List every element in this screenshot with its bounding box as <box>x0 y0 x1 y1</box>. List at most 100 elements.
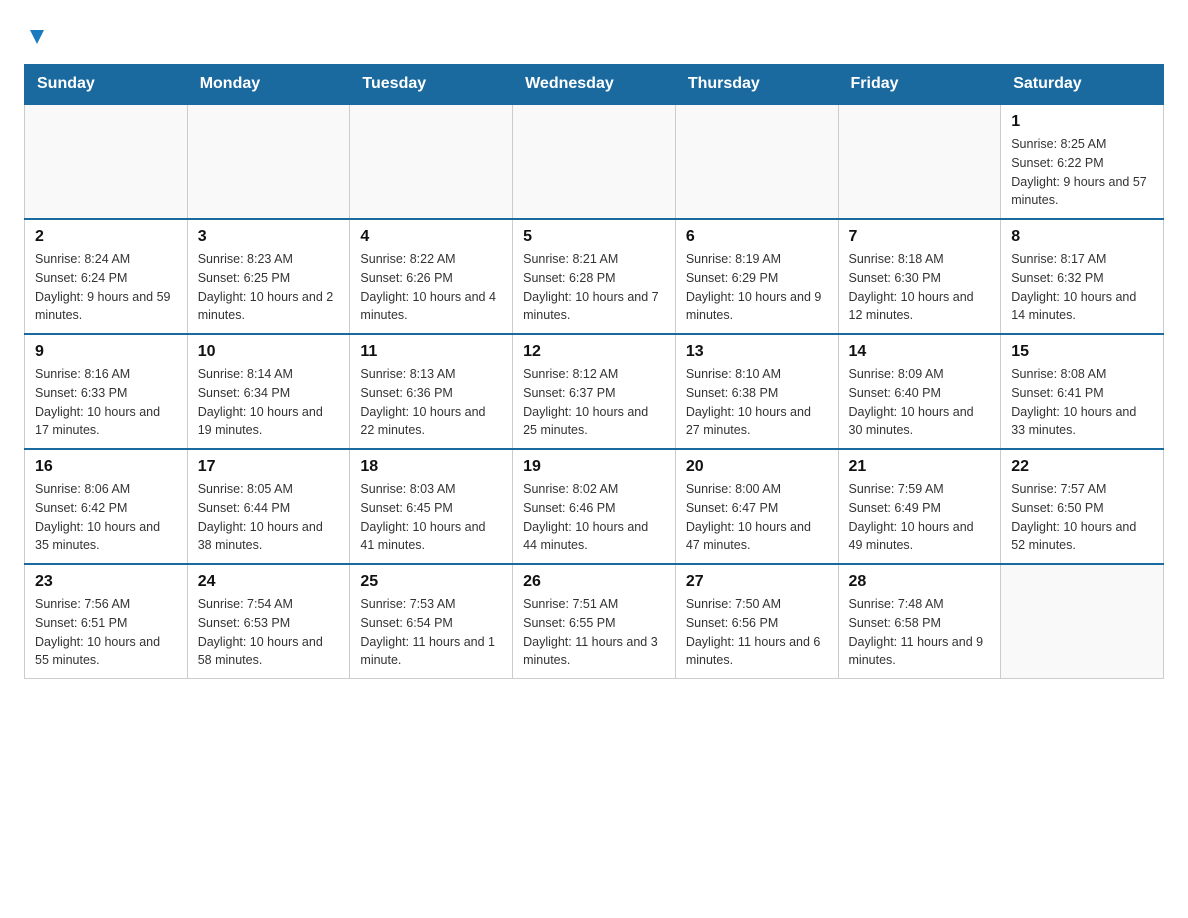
calendar-day-cell: 24 Sunrise: 7:54 AM Sunset: 6:53 PM Dayli… <box>187 564 350 679</box>
calendar-day-cell: 14 Sunrise: 8:09 AM Sunset: 6:40 PM Dayli… <box>838 334 1001 449</box>
calendar-day-cell: 20Sunrise: 8:00 AM Sunset: 6:47 PM Dayli… <box>675 449 838 564</box>
day-number: 14 <box>849 343 991 361</box>
day-number: 8 <box>1011 228 1153 246</box>
day-number: 28 <box>849 573 991 591</box>
day-number: 23 <box>35 573 177 591</box>
calendar-day-cell: 2 Sunrise: 8:24 AM Sunset: 6:24 PM Daylig… <box>25 219 188 334</box>
calendar-day-cell <box>187 104 350 219</box>
calendar-day-cell: 22 Sunrise: 7:57 AM Sunset: 6:50 PM Dayli… <box>1001 449 1164 564</box>
day-number: 7 <box>849 228 991 246</box>
calendar-day-cell: 28 Sunrise: 7:48 AM Sunset: 6:58 PM Dayli… <box>838 564 1001 679</box>
calendar-day-cell: 21 Sunrise: 7:59 AM Sunset: 6:49 PM Dayli… <box>838 449 1001 564</box>
day-info: Sunrise: 8:25 AM Sunset: 6:22 PM Dayligh… <box>1011 135 1153 210</box>
day-number: 2 <box>35 228 177 246</box>
calendar-day-cell: 7 Sunrise: 8:18 AM Sunset: 6:30 PM Daylig… <box>838 219 1001 334</box>
calendar-week-row: 9Sunrise: 8:16 AM Sunset: 6:33 PM Daylig… <box>25 334 1164 449</box>
day-info: Sunrise: 8:14 AM Sunset: 6:34 PM Dayligh… <box>198 365 340 440</box>
day-number: 15 <box>1011 343 1153 361</box>
calendar-day-cell: 18Sunrise: 8:03 AM Sunset: 6:45 PM Dayli… <box>350 449 513 564</box>
calendar-day-cell <box>513 104 676 219</box>
calendar-day-cell: 15 Sunrise: 8:08 AM Sunset: 6:41 PM Dayli… <box>1001 334 1164 449</box>
day-number: 4 <box>360 228 502 246</box>
day-of-week-header: Saturday <box>1001 65 1164 105</box>
calendar-day-cell: 9Sunrise: 8:16 AM Sunset: 6:33 PM Daylig… <box>25 334 188 449</box>
calendar-day-cell: 16Sunrise: 8:06 AM Sunset: 6:42 PM Dayli… <box>25 449 188 564</box>
calendar-day-cell <box>350 104 513 219</box>
calendar-day-cell: 23 Sunrise: 7:56 AM Sunset: 6:51 PM Dayli… <box>25 564 188 679</box>
day-info: Sunrise: 7:59 AM Sunset: 6:49 PM Dayligh… <box>849 480 991 555</box>
day-info: Sunrise: 8:24 AM Sunset: 6:24 PM Dayligh… <box>35 250 177 325</box>
day-info: Sunrise: 8:03 AM Sunset: 6:45 PM Dayligh… <box>360 480 502 555</box>
day-info: Sunrise: 8:08 AM Sunset: 6:41 PM Dayligh… <box>1011 365 1153 440</box>
calendar-day-cell: 4Sunrise: 8:22 AM Sunset: 6:26 PM Daylig… <box>350 219 513 334</box>
calendar-week-row: 1 Sunrise: 8:25 AM Sunset: 6:22 PM Daylig… <box>25 104 1164 219</box>
calendar-day-cell: 19 Sunrise: 8:02 AM Sunset: 6:46 PM Dayli… <box>513 449 676 564</box>
day-number: 26 <box>523 573 665 591</box>
calendar-day-cell <box>1001 564 1164 679</box>
day-info: Sunrise: 8:17 AM Sunset: 6:32 PM Dayligh… <box>1011 250 1153 325</box>
calendar-day-cell: 6 Sunrise: 8:19 AM Sunset: 6:29 PM Daylig… <box>675 219 838 334</box>
day-info: Sunrise: 7:53 AM Sunset: 6:54 PM Dayligh… <box>360 595 502 670</box>
day-number: 22 <box>1011 458 1153 476</box>
day-info: Sunrise: 7:57 AM Sunset: 6:50 PM Dayligh… <box>1011 480 1153 555</box>
day-number: 3 <box>198 228 340 246</box>
day-number: 12 <box>523 343 665 361</box>
day-info: Sunrise: 8:09 AM Sunset: 6:40 PM Dayligh… <box>849 365 991 440</box>
day-number: 27 <box>686 573 828 591</box>
day-of-week-header: Friday <box>838 65 1001 105</box>
page-header <box>24 24 1164 48</box>
day-info: Sunrise: 8:23 AM Sunset: 6:25 PM Dayligh… <box>198 250 340 325</box>
calendar-day-cell: 27 Sunrise: 7:50 AM Sunset: 6:56 PM Dayli… <box>675 564 838 679</box>
calendar-week-row: 23 Sunrise: 7:56 AM Sunset: 6:51 PM Dayli… <box>25 564 1164 679</box>
day-number: 20 <box>686 458 828 476</box>
calendar-day-cell: 11 Sunrise: 8:13 AM Sunset: 6:36 PM Dayli… <box>350 334 513 449</box>
logo-arrow-icon <box>26 26 48 48</box>
calendar-week-row: 2 Sunrise: 8:24 AM Sunset: 6:24 PM Daylig… <box>25 219 1164 334</box>
day-info: Sunrise: 8:13 AM Sunset: 6:36 PM Dayligh… <box>360 365 502 440</box>
day-of-week-header: Sunday <box>25 65 188 105</box>
calendar-day-cell: 13 Sunrise: 8:10 AM Sunset: 6:38 PM Dayli… <box>675 334 838 449</box>
day-info: Sunrise: 8:10 AM Sunset: 6:38 PM Dayligh… <box>686 365 828 440</box>
calendar-week-row: 16Sunrise: 8:06 AM Sunset: 6:42 PM Dayli… <box>25 449 1164 564</box>
day-number: 1 <box>1011 113 1153 131</box>
day-of-week-header: Monday <box>187 65 350 105</box>
day-info: Sunrise: 7:48 AM Sunset: 6:58 PM Dayligh… <box>849 595 991 670</box>
day-number: 10 <box>198 343 340 361</box>
day-number: 13 <box>686 343 828 361</box>
day-info: Sunrise: 8:02 AM Sunset: 6:46 PM Dayligh… <box>523 480 665 555</box>
day-number: 21 <box>849 458 991 476</box>
day-number: 19 <box>523 458 665 476</box>
day-number: 5 <box>523 228 665 246</box>
calendar-day-cell <box>838 104 1001 219</box>
calendar-header-row: SundayMondayTuesdayWednesdayThursdayFrid… <box>25 65 1164 105</box>
calendar-day-cell: 5 Sunrise: 8:21 AM Sunset: 6:28 PM Daylig… <box>513 219 676 334</box>
day-info: Sunrise: 8:18 AM Sunset: 6:30 PM Dayligh… <box>849 250 991 325</box>
calendar-day-cell: 12 Sunrise: 8:12 AM Sunset: 6:37 PM Dayli… <box>513 334 676 449</box>
calendar-day-cell: 10 Sunrise: 8:14 AM Sunset: 6:34 PM Dayli… <box>187 334 350 449</box>
day-of-week-header: Wednesday <box>513 65 676 105</box>
calendar-day-cell <box>25 104 188 219</box>
day-info: Sunrise: 8:12 AM Sunset: 6:37 PM Dayligh… <box>523 365 665 440</box>
day-info: Sunrise: 7:54 AM Sunset: 6:53 PM Dayligh… <box>198 595 340 670</box>
calendar-day-cell: 8 Sunrise: 8:17 AM Sunset: 6:32 PM Daylig… <box>1001 219 1164 334</box>
calendar-day-cell: 1 Sunrise: 8:25 AM Sunset: 6:22 PM Daylig… <box>1001 104 1164 219</box>
day-number: 25 <box>360 573 502 591</box>
day-info: Sunrise: 7:56 AM Sunset: 6:51 PM Dayligh… <box>35 595 177 670</box>
calendar-table: SundayMondayTuesdayWednesdayThursdayFrid… <box>24 64 1164 679</box>
day-number: 17 <box>198 458 340 476</box>
day-number: 11 <box>360 343 502 361</box>
day-info: Sunrise: 7:50 AM Sunset: 6:56 PM Dayligh… <box>686 595 828 670</box>
day-number: 24 <box>198 573 340 591</box>
calendar-day-cell: 25 Sunrise: 7:53 AM Sunset: 6:54 PM Dayli… <box>350 564 513 679</box>
day-of-week-header: Tuesday <box>350 65 513 105</box>
calendar-day-cell: 17 Sunrise: 8:05 AM Sunset: 6:44 PM Dayli… <box>187 449 350 564</box>
day-info: Sunrise: 8:05 AM Sunset: 6:44 PM Dayligh… <box>198 480 340 555</box>
day-of-week-header: Thursday <box>675 65 838 105</box>
day-info: Sunrise: 8:16 AM Sunset: 6:33 PM Dayligh… <box>35 365 177 440</box>
calendar-day-cell: 3 Sunrise: 8:23 AM Sunset: 6:25 PM Daylig… <box>187 219 350 334</box>
day-info: Sunrise: 8:19 AM Sunset: 6:29 PM Dayligh… <box>686 250 828 325</box>
day-number: 6 <box>686 228 828 246</box>
calendar-day-cell <box>675 104 838 219</box>
logo <box>24 24 48 48</box>
day-info: Sunrise: 8:21 AM Sunset: 6:28 PM Dayligh… <box>523 250 665 325</box>
